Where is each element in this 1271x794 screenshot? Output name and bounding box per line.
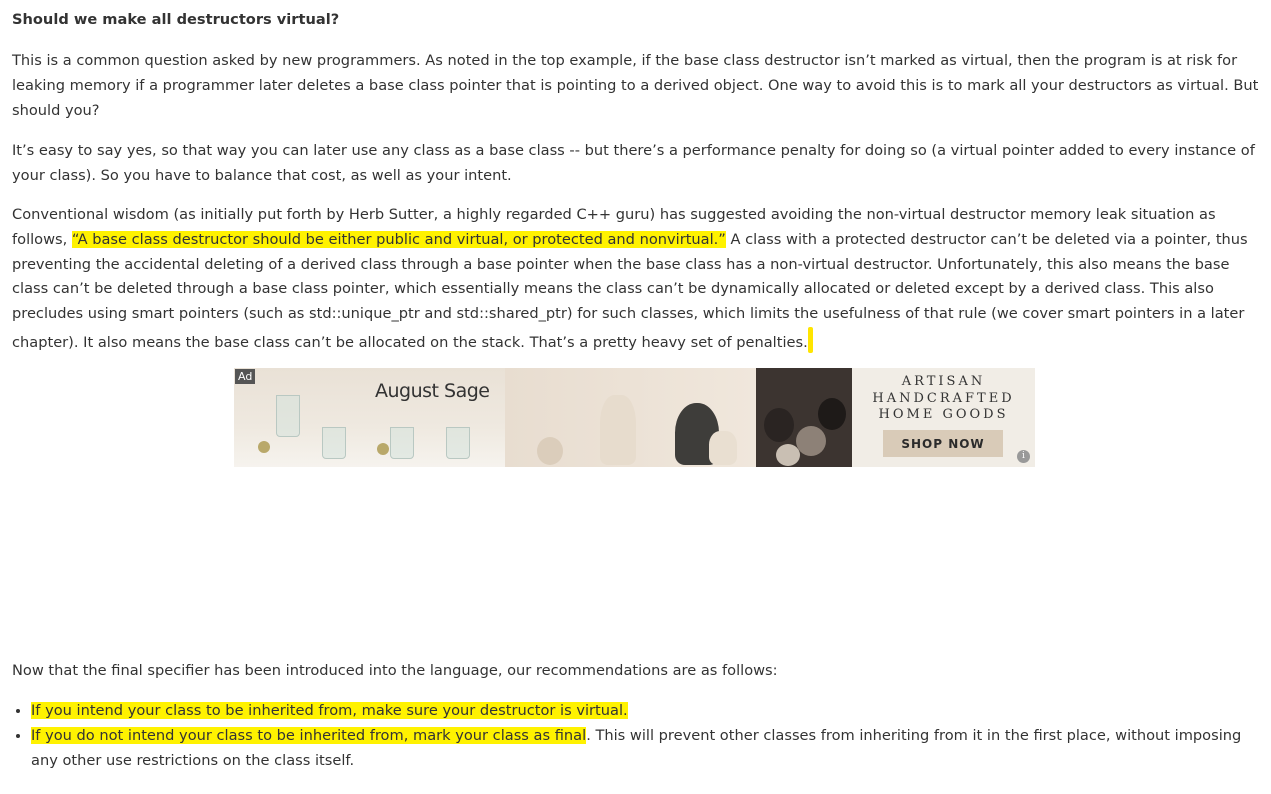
list-item: If you intend your class to be inherited…	[31, 699, 1249, 724]
paragraph-performance-penalty: It’s easy to say yes, so that way you ca…	[12, 142, 1255, 184]
ad-headline-line: ARTISAN	[901, 374, 986, 389]
ad-text-panel: ARTISAN HANDCRAFTED HOME GOODS SHOP NOW …	[852, 368, 1035, 467]
recommendation-virtual: If you intend your class to be inherited…	[31, 702, 628, 719]
ad-headline-line: HOME GOODS	[878, 407, 1009, 422]
section-heading: Should we make all destructors virtual?	[12, 11, 340, 28]
ad-info-icon[interactable]: i	[1017, 450, 1030, 463]
highlight-marker	[807, 326, 813, 353]
ad-headline: ARTISAN HANDCRAFTED HOME GOODS	[852, 374, 1035, 424]
shop-now-button[interactable]: SHOP NOW	[883, 430, 1003, 457]
glass-image	[276, 395, 300, 437]
pot-image	[818, 398, 846, 430]
glass-image	[322, 427, 346, 459]
quote-highlight: “A base class destructor should be eithe…	[71, 230, 726, 248]
ad-brand-name: August Sage	[375, 380, 490, 402]
recommendations-list: If you intend your class to be inherited…	[0, 699, 1249, 773]
ad-badge: Ad	[235, 369, 256, 384]
list-item: If you do not intend your class to be in…	[31, 724, 1249, 774]
glass-image	[390, 427, 414, 459]
ad-image-vases	[505, 368, 756, 467]
vase-image	[537, 437, 563, 465]
advertisement-banner[interactable]: Ad August Sage ARTISAN HANDCRAFTED HOME …	[234, 368, 1035, 467]
paragraph-recommendations-intro: Now that the final specifier has been in…	[12, 662, 778, 679]
ad-image-glassware: August Sage	[234, 368, 505, 467]
p3-text-after: A class with a protected destructor can’…	[12, 230, 1248, 351]
glass-image	[446, 427, 470, 459]
paragraph-destructor-risk: This is a common question asked by new p…	[12, 52, 1259, 119]
recommendation-final-highlight: If you do not intend your class to be in…	[31, 726, 587, 744]
vase-image	[600, 395, 636, 465]
paragraph-conventional-wisdom: Conventional wisdom (as initially put fo…	[12, 203, 1260, 356]
fruit-image	[377, 443, 389, 455]
pot-image	[776, 444, 800, 466]
fruit-image	[258, 441, 270, 453]
pot-image	[796, 426, 826, 456]
ad-headline-line: HANDCRAFTED	[872, 390, 1015, 406]
vase-image	[709, 431, 737, 465]
ad-image-pottery	[756, 368, 852, 467]
pot-image	[764, 408, 794, 442]
